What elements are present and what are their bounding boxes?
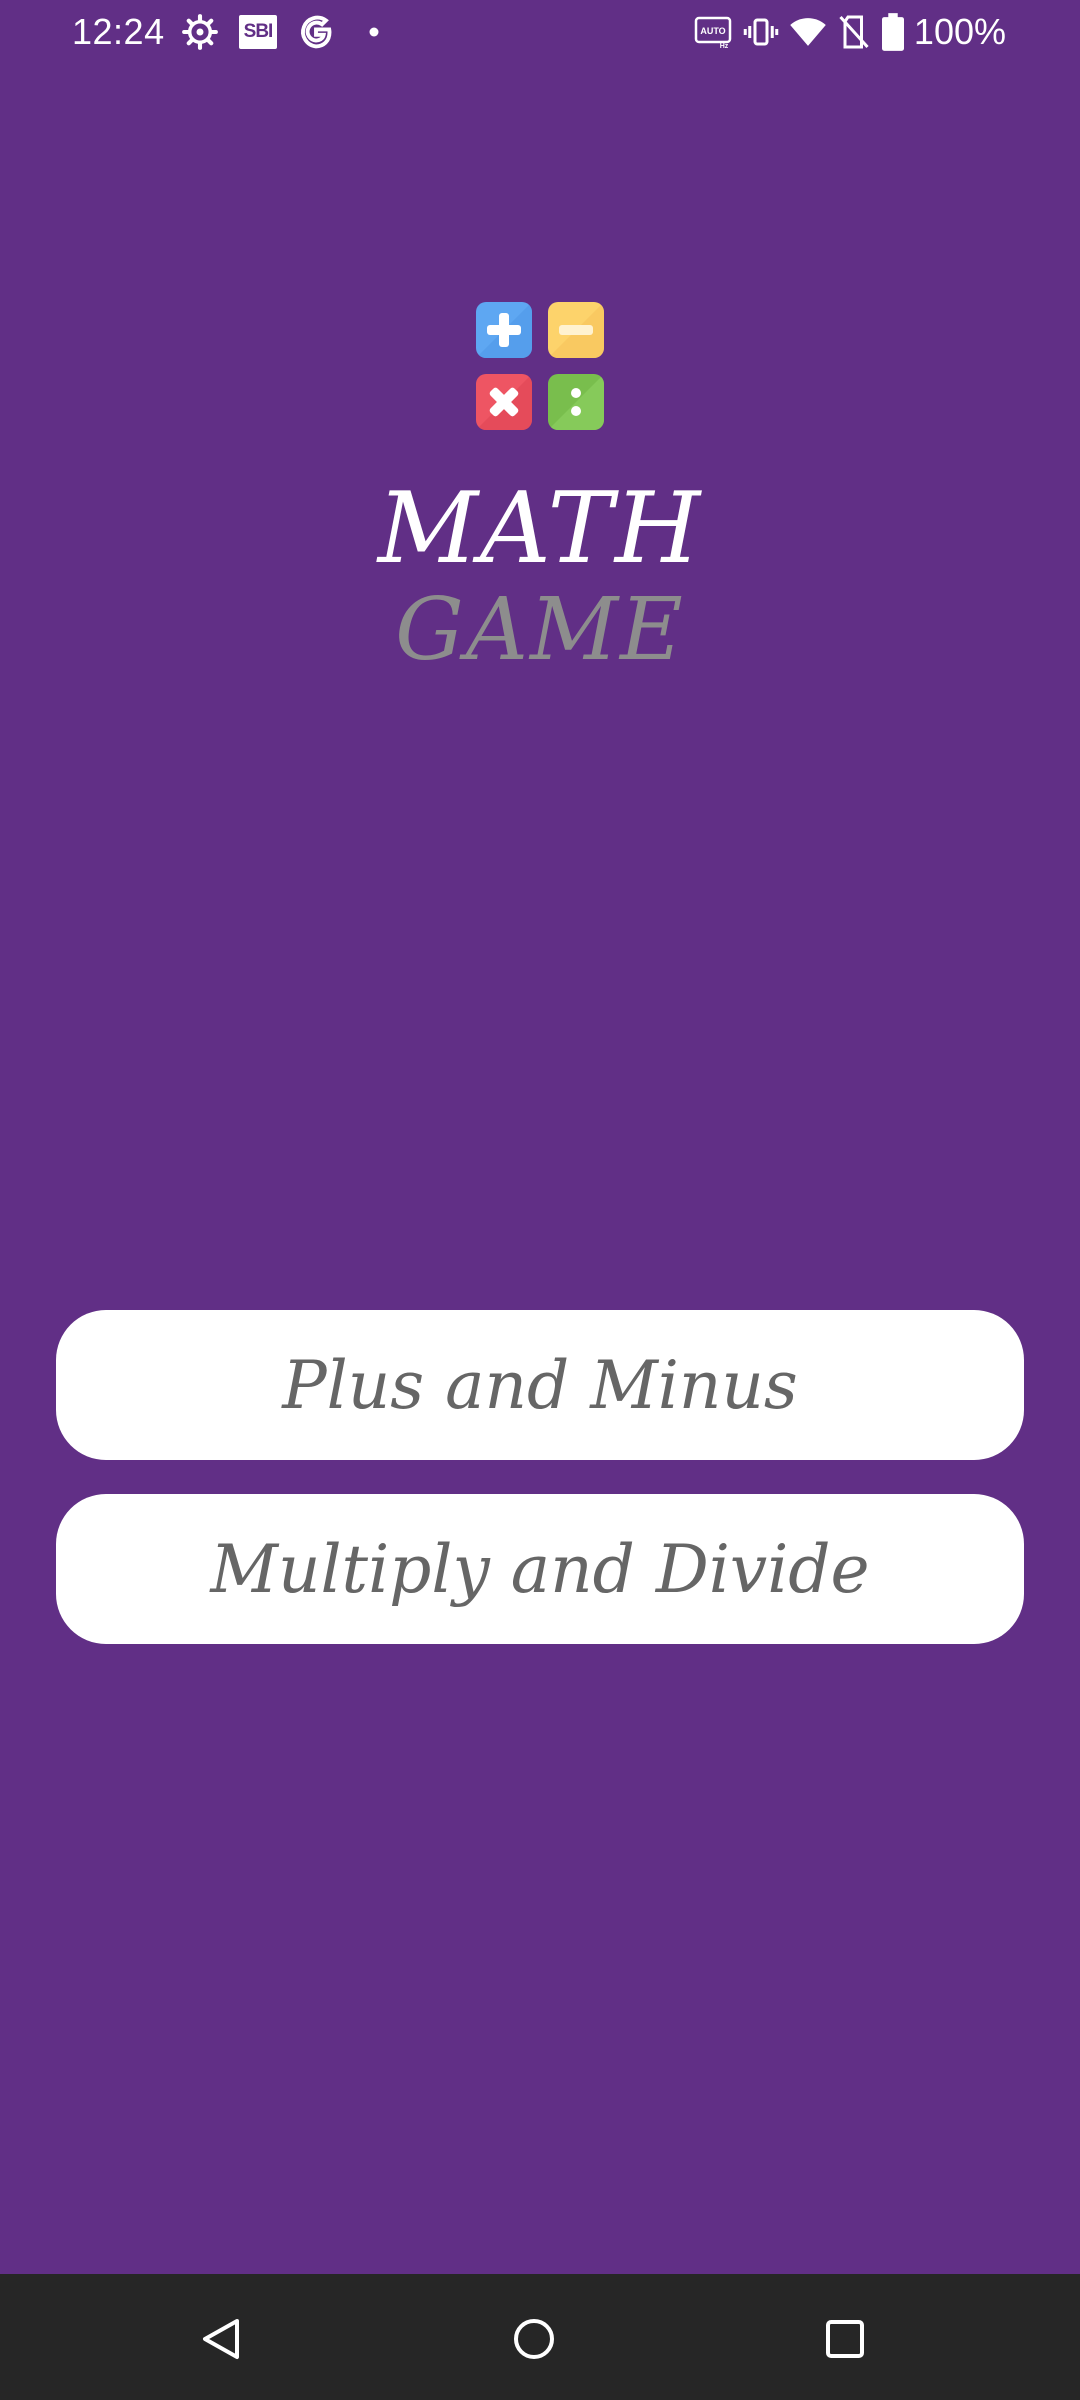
divide-tile-icon [548,374,604,430]
battery-icon [880,10,906,54]
navigation-bar [0,2274,1080,2400]
plus-tile-icon [476,302,532,358]
wifi-icon [788,10,828,54]
multiply-tile-icon [476,374,532,430]
notification-dot-icon [362,10,386,54]
minus-tile-icon [548,302,604,358]
settings-gear-icon [180,10,220,54]
multiply-and-divide-button[interactable]: Multiply and Divide [56,1494,1024,1644]
sbi-icon: SBI [238,10,278,54]
vibrate-icon [742,10,780,54]
auto-hz-icon: AUTO Hz [694,10,732,54]
multiply-and-divide-label: Multiply and Divide [210,1530,870,1608]
app-title: MATH [377,472,703,586]
svg-text:AUTO: AUTO [700,26,725,36]
svg-text:Hz: Hz [720,43,729,49]
no-sim-icon [836,10,872,54]
plus-and-minus-button[interactable]: Plus and Minus [56,1310,1024,1460]
status-time: 12:24 [72,11,165,52]
recents-icon[interactable] [810,2304,880,2374]
home-icon[interactable] [499,2304,569,2374]
app-logo [474,300,606,432]
google-icon [296,10,336,54]
battery-percent: 100% [913,11,1006,52]
sbi-badge: SBI [239,15,277,49]
app-subtitle: GAME [395,580,685,680]
plus-and-minus-label: Plus and Minus [282,1346,798,1424]
back-icon[interactable] [186,2304,256,2374]
status-bar: 12:24 SBI AUTO Hz 100% [0,0,1080,64]
